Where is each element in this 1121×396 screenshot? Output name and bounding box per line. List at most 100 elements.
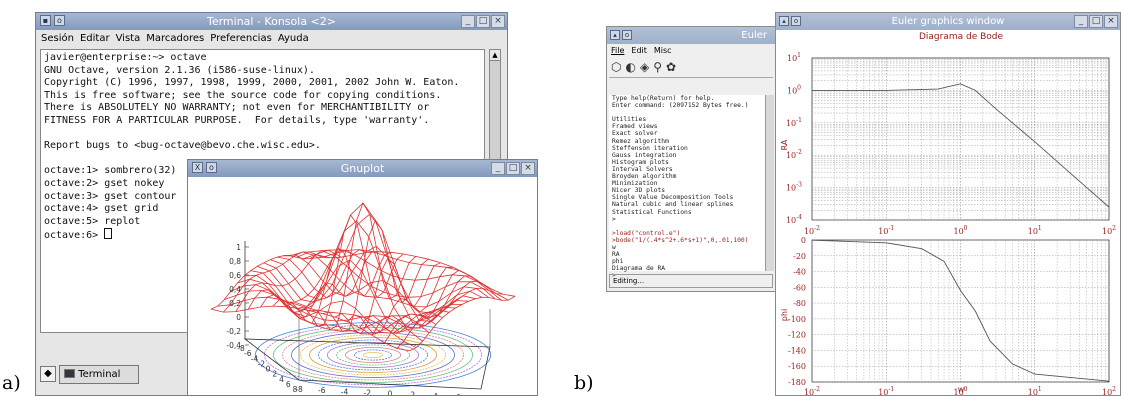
y-tick-label: -60 bbox=[793, 283, 806, 292]
gnuplot-window: Xo Gnuplot _ □ × 1 0,8 0,6 0,4 0,2 0 -0,2 -0,4 … bbox=[187, 159, 538, 396]
console-line: Enter command: (2097152 Bytes free.) bbox=[612, 102, 749, 110]
euler-toolbar-divider bbox=[609, 77, 773, 78]
console-line: Nicer 3D plots bbox=[612, 187, 666, 195]
terminal-line: GNU Octave, version 2.1.36 (i586-suse-li… bbox=[44, 64, 315, 76]
y-tick-label: 10-3 bbox=[786, 182, 802, 193]
settings-icon[interactable]: ✿ bbox=[666, 60, 676, 74]
menu-misc[interactable]: Misc bbox=[654, 46, 672, 55]
console-line: Interval Solvers bbox=[612, 165, 673, 173]
sticky-icon[interactable]: o bbox=[622, 30, 632, 40]
console-line: Type help(Return) for help. bbox=[612, 95, 715, 102]
terminal-line: javier@enterprise:~> octave bbox=[44, 52, 207, 63]
caption-a: a) bbox=[2, 372, 21, 394]
zoom-icon[interactable]: ⚲ bbox=[653, 60, 662, 74]
console-line: Broyden algorithm bbox=[612, 173, 677, 181]
open-icon[interactable]: ⬡ bbox=[611, 60, 621, 74]
gnuplot-titlebar[interactable]: Xo Gnuplot _ □ × bbox=[188, 160, 537, 177]
tab-terminal-label: Terminal bbox=[78, 369, 121, 380]
y-tick-label: -80 bbox=[793, 299, 806, 308]
minimize-icon[interactable]: _ bbox=[461, 15, 475, 28]
konsole-titlebar[interactable]: ▪ o Terminal - Konsola <2> _ □ × bbox=[36, 13, 507, 30]
contour-line bbox=[291, 332, 455, 378]
console-line: Framed views bbox=[612, 123, 658, 131]
euler-text-area[interactable]: Type help(Return) for help. Enter command… bbox=[609, 95, 765, 279]
minimize-icon[interactable]: _ bbox=[1074, 15, 1088, 28]
console-line: w bbox=[612, 243, 616, 251]
y-tick-label: 6 bbox=[456, 393, 461, 395]
window-menu-icon[interactable]: ▪ bbox=[40, 15, 51, 26]
maximize-icon[interactable]: □ bbox=[506, 162, 520, 175]
console-line: Minimization bbox=[612, 180, 658, 188]
y-tick-label: 0 bbox=[388, 390, 393, 396]
close-icon[interactable]: × bbox=[491, 15, 505, 28]
sticky-icon[interactable]: o bbox=[791, 16, 801, 26]
terminal-tab-icon bbox=[64, 369, 75, 378]
sticky-icon[interactable]: o bbox=[54, 15, 65, 26]
contour-line bbox=[300, 334, 446, 376]
euler-main-title: Euler bbox=[741, 30, 767, 41]
euler-graphics-titlebar[interactable]: ▴ o Euler graphics window _ □ × bbox=[776, 13, 1120, 30]
bode-title: Diagrama de Bode bbox=[919, 32, 1004, 42]
console-line: Single Value Decomposition Tools bbox=[612, 194, 734, 202]
x-tick-label: 2 bbox=[272, 370, 277, 379]
euler-main-titlebar[interactable]: ▴ o Euler bbox=[607, 27, 775, 44]
tab-terminal[interactable]: Terminal bbox=[59, 365, 139, 384]
z-tick-label: 0,2 bbox=[229, 299, 241, 308]
x-tick-label: 4 bbox=[279, 375, 284, 384]
close-icon[interactable]: × bbox=[1104, 15, 1118, 28]
minimize-icon[interactable]: _ bbox=[491, 162, 505, 175]
terminal-prompt: octave:6> bbox=[44, 230, 105, 242]
z-tick-label: -0,2 bbox=[226, 327, 241, 336]
menu-edit[interactable]: Edit bbox=[631, 46, 647, 55]
window-menu-icon[interactable]: ▴ bbox=[779, 16, 789, 26]
euler-graphics-title: Euler graphics window bbox=[891, 16, 1005, 27]
y-tick-label: 8 bbox=[479, 394, 484, 395]
command-line: >load("control.e") bbox=[612, 229, 681, 237]
menu-file[interactable]: File bbox=[611, 46, 624, 55]
x-tick-label: 6 bbox=[286, 380, 291, 389]
z-tick-label: 0,4 bbox=[229, 285, 241, 294]
contour-line bbox=[326, 342, 419, 368]
console-line: ​ bbox=[612, 223, 765, 230]
bode-plot: Diagrama de Bode 10110010-110-210-310-41… bbox=[780, 32, 1116, 395]
z-tick-label: 0 bbox=[236, 313, 241, 322]
menu-marcadores[interactable]: Marcadores bbox=[146, 30, 204, 47]
window-menu-icon[interactable]: ▴ bbox=[610, 30, 620, 40]
konsole-title: Terminal - Konsola <2> bbox=[206, 15, 336, 28]
euler-scrollbar[interactable] bbox=[765, 95, 774, 271]
ra-axis-label: RA bbox=[780, 139, 789, 150]
maximize-icon[interactable]: □ bbox=[476, 15, 490, 28]
maximize-icon[interactable]: □ bbox=[1089, 15, 1103, 28]
phase-plot: 0 -20 -40 -60 -80 -100 -120 -140 -160 -18010-2 10-… bbox=[788, 236, 1116, 395]
console-line: Exact solver bbox=[612, 130, 658, 138]
console-line: Remez algorithm bbox=[612, 137, 669, 145]
x-tick-label: 101 bbox=[1028, 386, 1042, 395]
scroll-up-icon[interactable]: ▲ bbox=[490, 50, 500, 61]
window-menu-icon[interactable]: X bbox=[192, 162, 203, 173]
print-icon[interactable]: ◈ bbox=[640, 60, 649, 74]
sticky-icon[interactable]: o bbox=[206, 162, 217, 173]
menu-sesion[interactable]: Sesión bbox=[41, 30, 74, 47]
close-icon[interactable]: × bbox=[521, 162, 535, 175]
console-line: Gauss integration bbox=[612, 151, 677, 159]
euler-statusbar: Editing... bbox=[609, 274, 773, 288]
save-icon[interactable]: ◐ bbox=[625, 60, 635, 74]
status-text: Editing... bbox=[613, 277, 645, 285]
gnuplot-title: Gnuplot bbox=[340, 162, 385, 175]
y-tick-label: -140 bbox=[788, 346, 806, 355]
sombrero-3d-plot: 10,80,60,40,20-0,2-0,4 -8-6-4-202468 -8-… bbox=[210, 202, 516, 395]
menu-vista[interactable]: Vista bbox=[116, 30, 141, 47]
console-line: ​ bbox=[612, 109, 765, 116]
y-tick-labels: -8 -6 -4 -2 0 2 4 6 8 bbox=[295, 385, 483, 395]
console-line: Histogram plots bbox=[612, 158, 669, 166]
y-tick-label: -20 bbox=[793, 252, 806, 261]
phi-axis-label: phi bbox=[780, 309, 789, 321]
menu-ayuda[interactable]: Ayuda bbox=[278, 30, 309, 47]
menu-editar[interactable]: Editar bbox=[80, 30, 110, 47]
euler-toolbar: ⬡ ◐ ◈ ⚲ ✿ bbox=[611, 60, 676, 74]
surface-mesh bbox=[210, 202, 516, 352]
new-session-icon[interactable]: ◆ bbox=[40, 366, 56, 382]
menu-preferencias[interactable]: Preferencias bbox=[210, 30, 272, 47]
console-line: Utilities bbox=[612, 116, 647, 124]
y-tick-label: 10-4 bbox=[786, 214, 802, 225]
